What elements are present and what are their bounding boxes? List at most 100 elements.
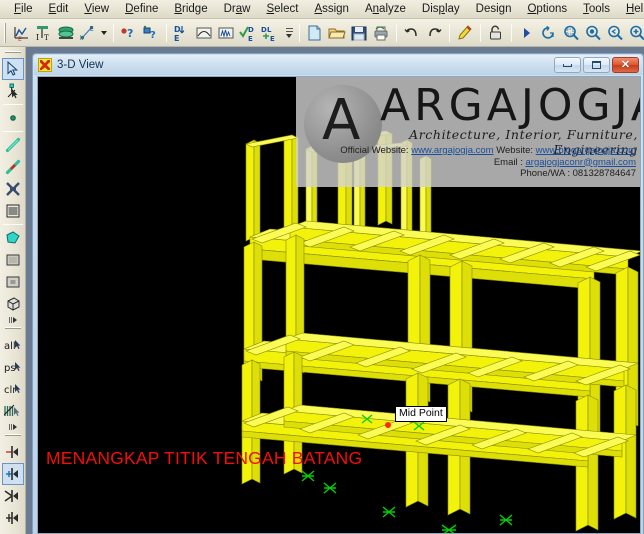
- left-toolbar-grip[interactable]: [4, 50, 21, 56]
- menu-item-tools[interactable]: Tools: [575, 1, 618, 17]
- show-undeformed-shape-icon[interactable]: E: [11, 22, 33, 44]
- menu-item-options[interactable]: Options: [519, 1, 575, 17]
- menu-item-assign[interactable]: Assign: [306, 1, 357, 17]
- draw-frame-cable-tool[interactable]: [2, 134, 24, 156]
- draw-rectangular-area-tool[interactable]: [2, 249, 24, 271]
- save-icon[interactable]: [348, 22, 370, 44]
- design-add-icon[interactable]: D L E: [259, 22, 281, 44]
- left-toolbar-grip-3[interactable]: [4, 433, 21, 439]
- reshape-element-tool[interactable]: [2, 80, 24, 102]
- previous-zoom-icon[interactable]: [604, 22, 626, 44]
- run-analysis-icon[interactable]: [516, 22, 538, 44]
- rubber-band-zoom-icon[interactable]: [560, 22, 582, 44]
- refresh-window-icon[interactable]: [538, 22, 560, 44]
- svg-text:E: E: [270, 35, 275, 42]
- print-icon[interactable]: [370, 22, 392, 44]
- toolbar-separator: [449, 23, 450, 42]
- redo-icon[interactable]: [423, 22, 445, 44]
- snap-perpendicular-tool[interactable]: [2, 507, 24, 529]
- display-force-diagram-icon[interactable]: [215, 22, 237, 44]
- window-title-bar[interactable]: 3-D View ✕: [34, 55, 642, 75]
- menu-item-edit[interactable]: Edit: [41, 1, 77, 17]
- new-model-icon[interactable]: [304, 22, 326, 44]
- toolbar-separator: [113, 23, 114, 42]
- menu-item-view[interactable]: View: [76, 1, 117, 17]
- support-symbol: [323, 482, 337, 494]
- design-check-icon[interactable]: D E: [237, 22, 259, 44]
- watermark-website-link-1[interactable]: www.argajogja.com: [411, 145, 493, 156]
- zoom-in-icon[interactable]: [626, 22, 644, 44]
- edit-pencil-icon[interactable]: [454, 22, 476, 44]
- select-all-tool[interactable]: all: [2, 334, 24, 356]
- main-toolbar: E I T E k ? ? D E D E D L E: [0, 19, 644, 47]
- three-d-view-canvas[interactable]: .m { fill:#f2f20a; stroke:#8a8a06; strok…: [37, 76, 641, 534]
- draw-select-toolbar: all ps clr: [0, 47, 26, 534]
- menu-item-define[interactable]: Define: [117, 1, 166, 17]
- toolbar-grip[interactable]: [3, 22, 9, 43]
- left-toolbar-grip-2[interactable]: [4, 326, 21, 332]
- menu-item-bridge[interactable]: Bridge: [166, 1, 215, 17]
- left-toolbar-separator: [2, 104, 23, 105]
- mdi-client-area: 3-D View ✕ .m { fill:#f2f20a; stroke:#8a…: [26, 47, 644, 534]
- window-control-buttons: ✕: [554, 57, 642, 73]
- watermark-official-website-label: Official Website:: [340, 145, 409, 156]
- svg-text:ps: ps: [4, 363, 16, 374]
- window-title: 3-D View: [57, 59, 104, 71]
- quick-draw-braces-tool[interactable]: [2, 178, 24, 200]
- maximize-button[interactable]: [583, 57, 610, 73]
- annotation-caption: MENANGKAP TITIK TENGAH BATANG: [46, 448, 363, 468]
- clear-selection-tool[interactable]: clr: [2, 378, 24, 400]
- set-element-labels-icon[interactable]: E k: [77, 22, 99, 44]
- select-by-lines-tool[interactable]: [2, 400, 24, 422]
- draw-solid-tool[interactable]: [2, 293, 24, 315]
- watermark-website-label: Website:: [496, 145, 534, 156]
- support-symbol: [301, 470, 315, 482]
- menu-item-file[interactable]: File: [6, 1, 41, 17]
- element-query-icon[interactable]: ?: [140, 22, 162, 44]
- watermark-email-link[interactable]: argajogjaconr@gmail.com: [526, 157, 637, 168]
- menu-item-help[interactable]: Help: [618, 1, 644, 17]
- svg-text:L: L: [267, 26, 272, 34]
- quick-draw-frame-tool[interactable]: [2, 156, 24, 178]
- snap-to-point-tool[interactable]: [2, 441, 24, 463]
- close-button[interactable]: ✕: [612, 57, 639, 73]
- sap-model-icon: [38, 58, 52, 72]
- snap-to-intersection-tool[interactable]: [2, 485, 24, 507]
- left-toolbar-separator: [2, 224, 23, 225]
- undo-icon[interactable]: [401, 22, 423, 44]
- menu-item-analyze[interactable]: Analyze: [357, 1, 414, 17]
- snap-to-line-end-tool[interactable]: [2, 529, 24, 534]
- dropdown-arrow-icon[interactable]: [99, 22, 109, 44]
- toolbar-separator: [166, 23, 167, 42]
- menu-item-select[interactable]: Select: [258, 1, 306, 17]
- snap-point-marker: [385, 422, 391, 428]
- lock-unlock-icon[interactable]: [485, 22, 507, 44]
- menu-item-design[interactable]: Design: [468, 1, 520, 17]
- snap-to-midpoint-tool[interactable]: [1, 463, 24, 485]
- menu-item-draw[interactable]: Draw: [216, 1, 259, 17]
- set-display-options-icon[interactable]: I T: [33, 22, 55, 44]
- pointer-select-tool[interactable]: [1, 58, 24, 80]
- draw-poly-area-tool[interactable]: [2, 227, 24, 249]
- three-d-view-window: 3-D View ✕ .m { fill:#f2f20a; stroke:#8a…: [32, 53, 644, 534]
- watermark-website-link-2[interactable]: www.blogargajogja.com: [536, 145, 636, 156]
- assign-group-icon[interactable]: [55, 22, 77, 44]
- toolbar-overflow-left-icon[interactable]: [4, 315, 22, 325]
- display-deformed-shape-icon[interactable]: [193, 22, 215, 44]
- quick-draw-area-tool[interactable]: [2, 271, 24, 293]
- toolbar-overflow-icon[interactable]: [283, 21, 295, 45]
- toolbar-separator: [511, 23, 512, 42]
- toolbar-overflow-left-icon-2[interactable]: [4, 422, 22, 432]
- draw-special-joint-tool[interactable]: [2, 107, 24, 129]
- watermark-email-label: Email :: [493, 156, 523, 168]
- minimize-button[interactable]: [554, 57, 581, 73]
- display-joint-loads-icon[interactable]: D E: [171, 22, 193, 44]
- toolbar-separator: [480, 23, 481, 42]
- quick-draw-secondary-beams-tool[interactable]: [2, 200, 24, 222]
- menu-item-display[interactable]: Display: [414, 1, 468, 17]
- svg-text:all: all: [4, 341, 16, 352]
- restore-full-view-icon[interactable]: [582, 22, 604, 44]
- point-query-icon[interactable]: ?: [118, 22, 140, 44]
- open-file-icon[interactable]: [326, 22, 348, 44]
- get-previous-selection-tool[interactable]: ps: [2, 356, 24, 378]
